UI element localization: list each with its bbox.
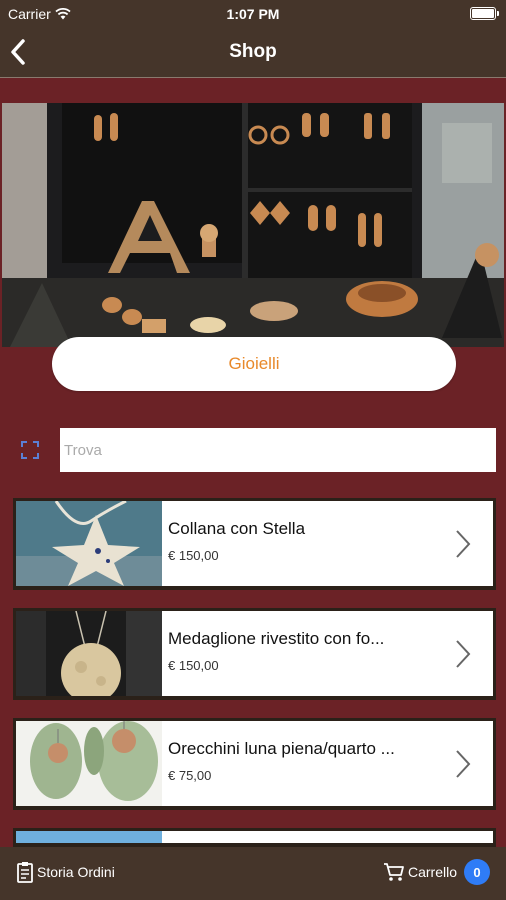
chevron-right-icon — [456, 530, 471, 558]
clock: 1:07 PM — [226, 6, 280, 22]
order-history-button[interactable]: Storia Ordini — [16, 861, 115, 883]
product-price: € 150,00 — [168, 548, 219, 563]
chevron-right-icon — [456, 640, 471, 668]
product-name: Orecchini luna piena/quarto ... — [168, 739, 395, 758]
product-name: Collana con Stella — [168, 519, 306, 538]
product-thumbnail — [16, 831, 162, 843]
order-history-label: Storia Ordini — [37, 864, 115, 880]
page-title: Shop — [229, 41, 277, 62]
category-button[interactable]: Gioielli — [52, 337, 456, 391]
cart-icon — [383, 863, 404, 881]
cart-label: Carrello — [407, 864, 457, 880]
product-thumbnail — [16, 501, 162, 586]
product-thumbnail — [16, 611, 162, 696]
product-card[interactable]: Collana con Stella € 150,00 — [13, 498, 496, 590]
search-input[interactable] — [60, 428, 496, 472]
bottom-toolbar: Storia Ordini Carrello 0 — [0, 847, 506, 900]
product-card[interactable] — [13, 828, 496, 847]
clipboard-icon — [17, 862, 33, 883]
navigation-bar: Shop — [0, 28, 506, 78]
status-bar: Carrier 1:07 PM — [0, 0, 506, 28]
product-card[interactable]: Medaglione rivestito con fo... € 150,00 — [13, 608, 496, 700]
cart-count-badge: 0 — [464, 859, 490, 885]
battery-icon — [470, 7, 499, 20]
product-name: Medaglione rivestito con fo... — [168, 629, 385, 648]
product-price: € 75,00 — [168, 768, 212, 783]
product-card[interactable]: Orecchini luna piena/quarto ... € 75,00 — [13, 718, 496, 810]
scan-icon[interactable] — [21, 441, 39, 459]
product-price: € 150,00 — [168, 658, 219, 673]
category-banner-image — [2, 103, 504, 347]
chevron-right-icon — [456, 750, 471, 778]
cart-button[interactable]: Carrello 0 — [383, 859, 490, 885]
product-thumbnail — [16, 721, 162, 806]
